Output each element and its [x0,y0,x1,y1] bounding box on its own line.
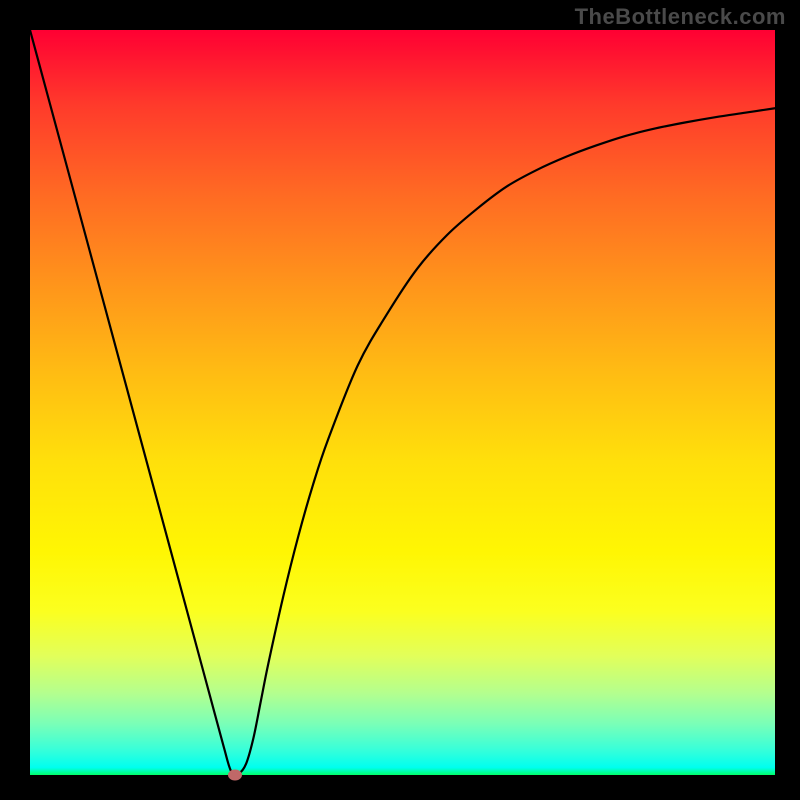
watermark-text: TheBottleneck.com [575,4,786,30]
plot-area [30,30,775,775]
bottleneck-curve [30,30,775,775]
chart-frame: TheBottleneck.com [0,0,800,800]
optimum-marker [228,770,242,781]
curve-layer [30,30,775,775]
